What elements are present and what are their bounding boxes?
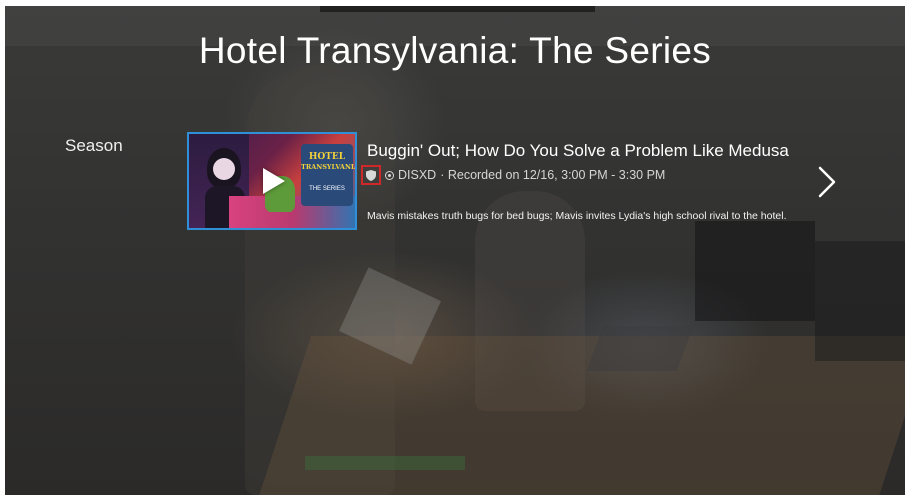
background-topbar [320, 6, 595, 12]
shield-icon [366, 169, 376, 181]
episode-title: Buggin' Out; How Do You Solve a Problem … [367, 141, 789, 160]
background-monitor [695, 221, 815, 321]
background-desk [259, 336, 905, 495]
episode-meta: DISXD · Recorded on 12/16, 3:00 PM - 3:3… [361, 164, 665, 186]
show-title: Hotel Transylvania: The Series [198, 30, 712, 71]
background-paper [338, 267, 442, 365]
rating-highlight-box [361, 165, 381, 185]
season-label[interactable]: Season [65, 136, 123, 156]
background-monitor-2 [815, 241, 905, 361]
recorded-info: · Recorded on 12/16, 3:00 PM - 3:30 PM [440, 168, 666, 182]
chevron-right-icon[interactable] [815, 164, 839, 200]
background-person-seated [475, 191, 585, 411]
channel-name: DISXD [398, 168, 437, 182]
episode-description: Mavis mistakes truth bugs for bed bugs; … [367, 210, 787, 222]
record-dot-icon [385, 170, 394, 180]
background-green-strip [305, 456, 465, 470]
thumbnail-logo-line1: HOTEL [308, 152, 346, 162]
background-person [245, 66, 395, 495]
play-icon[interactable] [263, 168, 285, 194]
thumbnail-logo-subtitle: THE SERIES [309, 186, 345, 192]
thumbnail-logo-line2: TRANSYLVANIA [301, 163, 357, 171]
episode-thumbnail[interactable]: HOTEL TRANSYLVANIA THE SERIES [187, 132, 357, 230]
detail-screen: Hotel Transylvania: The Series Season HO… [5, 6, 905, 495]
background-keyboard [586, 326, 694, 371]
thumbnail-character-face [213, 158, 235, 180]
thumbnail-logo-text: HOTEL TRANSYLVANIA [301, 152, 355, 172]
